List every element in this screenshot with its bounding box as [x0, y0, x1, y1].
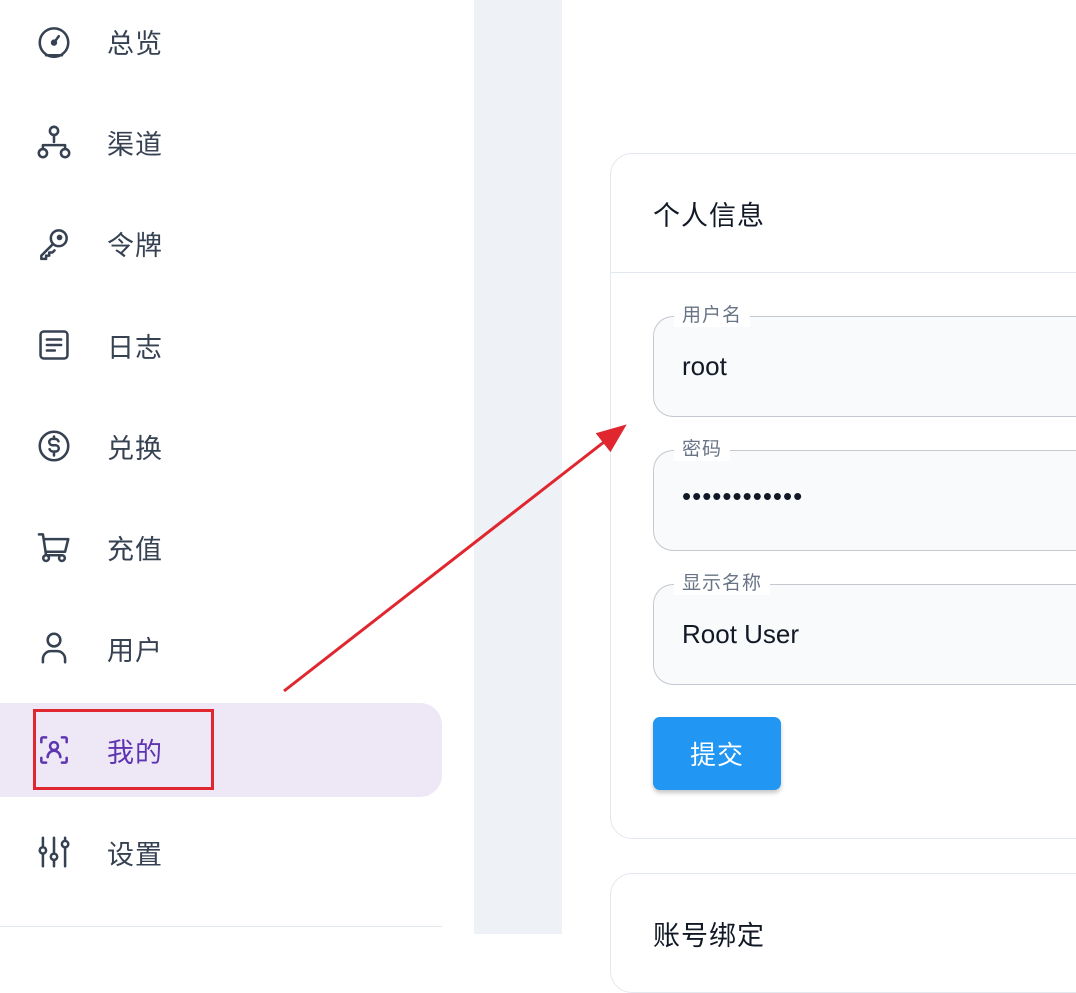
username-legend: 用户名 [674, 300, 751, 327]
content-gutter [474, 0, 562, 934]
key-icon [34, 223, 74, 263]
sidebar-item-label: 设置 [107, 839, 163, 871]
submit-button[interactable]: 提交 [653, 717, 781, 790]
sidebar-item-label: 日志 [107, 332, 163, 364]
card-divider [611, 272, 1076, 273]
annotation-highlight-box [33, 709, 214, 790]
sidebar-item-label: 总览 [107, 28, 163, 60]
sidebar-item-topup[interactable]: 充值 [0, 500, 442, 594]
profile-card: 个人信息 用户名 root 密码 •••••••••••• 显示名称 Root … [610, 153, 1076, 839]
display-name-legend: 显示名称 [674, 568, 771, 595]
password-legend: 密码 [674, 434, 731, 461]
display-name-field[interactable]: 显示名称 Root User [653, 568, 1076, 685]
sidebar: 总览 渠道 令牌 日志 兑换 充值 用户 我的 设置 [0, 0, 474, 934]
shopping-cart-icon [34, 527, 74, 567]
sidebar-item-channels[interactable]: 渠道 [0, 95, 442, 189]
account-binding-card: 账号绑定 [610, 873, 1076, 993]
user-icon [34, 628, 74, 668]
sidebar-item-label: 渠道 [107, 129, 163, 161]
sidebar-divider [0, 926, 442, 927]
card-title: 个人信息 [653, 201, 765, 232]
dashboard-gauge-icon [34, 21, 74, 61]
sidebar-item-label: 令牌 [107, 230, 163, 262]
password-field[interactable]: 密码 •••••••••••• [653, 434, 1076, 551]
sidebar-item-users[interactable]: 用户 [0, 601, 442, 695]
sidebar-item-label: 充值 [107, 534, 163, 566]
sidebar-item-settings[interactable]: 设置 [0, 805, 442, 899]
username-field[interactable]: 用户名 root [653, 300, 1076, 417]
display-name-value: Root User [682, 619, 800, 649]
sidebar-item-redeem[interactable]: 兑换 [0, 399, 442, 493]
dollar-circle-icon [34, 426, 74, 466]
sidebar-item-tokens[interactable]: 令牌 [0, 196, 442, 290]
username-value: root [682, 351, 727, 381]
sidebar-item-overview[interactable]: 总览 [0, 0, 442, 88]
sidebar-item-label: 兑换 [107, 433, 163, 465]
sidebar-item-logs[interactable]: 日志 [0, 298, 442, 392]
adjustments-icon [34, 832, 74, 872]
article-icon [34, 325, 74, 365]
sidebar-item-label: 用户 [107, 635, 163, 667]
password-value: •••••••••••• [682, 481, 804, 511]
sitemap-icon [34, 122, 74, 162]
